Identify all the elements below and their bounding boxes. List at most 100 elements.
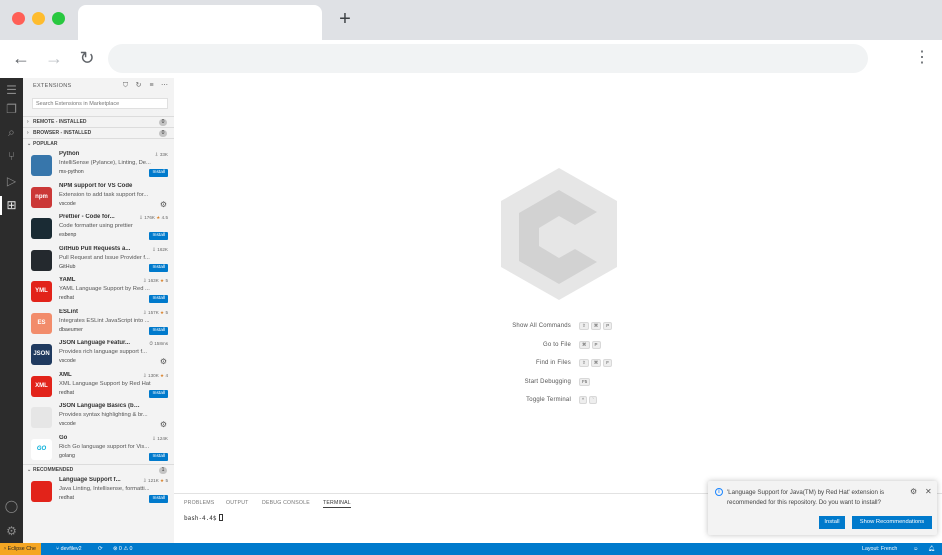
- extension-publisher: redhat: [59, 295, 75, 301]
- manage-gear-icon[interactable]: ⚙: [160, 420, 167, 429]
- minimize-window-button[interactable]: [32, 12, 45, 25]
- extensions-icon[interactable]: ⊞: [0, 196, 19, 215]
- extension-logo-icon: [31, 249, 52, 271]
- install-button[interactable]: Install: [819, 516, 845, 529]
- welcome-command[interactable]: Go to File ⌘ P: [500, 340, 680, 359]
- maximize-window-button[interactable]: [52, 12, 65, 25]
- extension-item[interactable]: GO Go ⇩ 124K Rich Go language support for V…: [23, 434, 174, 465]
- back-button[interactable]: ←: [11, 48, 31, 68]
- install-button[interactable]: Install: [149, 295, 168, 303]
- extension-rating: 4: [165, 372, 168, 378]
- terminal[interactable]: bash-4.4$: [184, 514, 223, 522]
- manage-gear-icon[interactable]: ⚙: [160, 200, 167, 209]
- section-recommended[interactable]: ⌄ RECOMMENDED 1: [23, 464, 174, 475]
- extension-logo-icon: [31, 155, 52, 176]
- install-button[interactable]: Install: [149, 389, 168, 398]
- sidebar-actions: ⛉ ↻ ≡ ⋯: [119, 81, 171, 90]
- extension-description: Code formatter using prettier: [59, 223, 133, 229]
- close-icon[interactable]: ✕: [925, 487, 932, 496]
- extension-name: Python: [59, 151, 80, 157]
- extensions-search-input[interactable]: Search Extensions in Marketplace: [32, 98, 168, 109]
- terminal-prompt: bash-4.4$: [184, 515, 217, 522]
- download-count: 130K: [148, 372, 159, 378]
- command-label: Go to File: [542, 341, 571, 348]
- install-button[interactable]: Install: [149, 495, 168, 503]
- welcome-command[interactable]: Toggle Terminal ^ `: [500, 395, 680, 414]
- welcome-command[interactable]: Start Debugging F5: [500, 377, 680, 396]
- reload-button[interactable]: ↻: [77, 48, 97, 68]
- manage-gear-icon[interactable]: ⚙: [4, 524, 19, 539]
- tab-output[interactable]: OUTPUT: [226, 500, 249, 506]
- install-button[interactable]: Install: [149, 263, 168, 272]
- extension-item[interactable]: Python ⇩ 33K IntelliSense (Pylance), Linti…: [23, 150, 174, 181]
- menu-icon[interactable]: ☰: [4, 83, 19, 98]
- branch-status-item[interactable]: ⑂ devfilev2: [56, 543, 82, 555]
- tab-problems[interactable]: PROBLEMS: [184, 500, 214, 506]
- tab-terminal[interactable]: TERMINAL: [323, 500, 351, 508]
- close-window-button[interactable]: [12, 12, 25, 25]
- che-status-item[interactable]: ◔ Eclipse Che: [0, 543, 41, 555]
- download-count: 176K: [144, 215, 155, 220]
- install-button[interactable]: Install: [149, 326, 168, 335]
- install-button[interactable]: Install: [149, 452, 168, 461]
- extension-description: IntelliSense (Pylance), Linting, De...: [59, 160, 151, 166]
- run-debug-icon[interactable]: ▷: [4, 174, 19, 189]
- extension-publisher: redhat: [59, 495, 75, 501]
- section-count-badge: 0: [159, 119, 167, 126]
- browser-menu-button[interactable]: ⋮: [914, 49, 930, 67]
- keyboard-shortcut: ⇧ ⌘ P: [579, 322, 614, 330]
- section-browser-installed[interactable]: › BROWSER - INSTALLED 0: [23, 127, 174, 138]
- extension-item[interactable]: GitHub Pull Requests a... ⇩ 162K Pull Requ…: [23, 245, 174, 276]
- source-control-icon[interactable]: ⑂: [4, 149, 19, 164]
- key-cap: ⇧: [579, 359, 589, 367]
- tab-debug-console[interactable]: DEBUG CONSOLE: [262, 500, 310, 506]
- welcome-command[interactable]: Show All Commands ⇧ ⌘ P: [500, 321, 680, 340]
- section-remote-installed[interactable]: › REMOTE - INSTALLED 0: [23, 116, 174, 127]
- forward-button[interactable]: →: [44, 48, 64, 68]
- key-cap: ⌘: [590, 322, 602, 330]
- extension-rating: 5: [165, 478, 168, 483]
- notifications-bell-icon[interactable]: 🔔︎: [928, 543, 935, 555]
- filter-icon[interactable]: ⛉: [119, 82, 132, 90]
- section-popular[interactable]: ⌄ POPULAR: [23, 138, 174, 149]
- browser-toolbar: ← → ↻ ⋮: [0, 40, 942, 78]
- extension-item[interactable]: Prettier - Code for... ⇩ 176K ★ 4.5 Code f…: [23, 213, 174, 244]
- key-cap: `: [589, 396, 598, 404]
- address-bar[interactable]: [108, 44, 868, 73]
- extension-item[interactable]: ES ESLint ⇩ 157K ★ 5 Integrates ESLint Java…: [23, 308, 174, 339]
- notification-settings-icon[interactable]: ⚙: [910, 487, 917, 496]
- sync-icon[interactable]: ⟳: [98, 543, 102, 555]
- feedback-icon[interactable]: ☺: [913, 543, 918, 555]
- extension-name: GitHub Pull Requests a...: [59, 245, 131, 252]
- search-icon[interactable]: ⌕: [4, 125, 19, 140]
- extension-stats: ⇩ 162K: [152, 247, 168, 253]
- new-tab-button[interactable]: +: [336, 9, 354, 29]
- activity-bar: ☰ ❐ ⌕ ⑂ ▷ ⊞ ◯ ⚙: [0, 78, 23, 543]
- extension-item[interactable]: XML XML ⇩ 130K ★ 4 XML Language Support by …: [23, 371, 174, 402]
- explorer-icon[interactable]: ❐: [4, 102, 19, 117]
- extension-publisher: GitHub: [59, 263, 76, 270]
- browser-tab[interactable]: [78, 5, 322, 40]
- manage-gear-icon[interactable]: ⚙: [160, 357, 167, 366]
- extension-item[interactable]: Language Support f... ⇩ 121K ★ 5 Java Lint…: [23, 476, 174, 507]
- command-label: Start Debugging: [524, 378, 571, 385]
- extension-item[interactable]: JSON Language Basics (built-in) Provides …: [23, 402, 174, 433]
- extension-item[interactable]: JSON JSON Language Featur... ⏱ 158ms Provid…: [23, 339, 174, 370]
- extension-item[interactable]: npm NPM support for VS Code Extension to a…: [23, 182, 174, 213]
- show-recommendations-button[interactable]: Show Recommendations: [852, 516, 932, 529]
- refresh-icon[interactable]: ↻: [132, 81, 145, 89]
- clear-icon[interactable]: ≡: [145, 82, 158, 89]
- extension-name: ESLint: [59, 308, 78, 315]
- account-icon[interactable]: ◯: [4, 499, 19, 514]
- welcome-command[interactable]: Find in Files ⇧ ⌘ F: [500, 358, 680, 377]
- download-count: 121K: [148, 478, 159, 483]
- extension-item[interactable]: YML YAML ⇩ 163K ★ 5 YAML Language Support b…: [23, 276, 174, 307]
- extension-stats: ⇩ 163K ★ 5: [143, 278, 168, 284]
- problems-status-item[interactable]: ⊗ 0 ⚠ 0: [113, 543, 133, 555]
- more-actions-icon[interactable]: ⋯: [158, 81, 171, 89]
- key-cap: ⌘: [579, 340, 590, 349]
- keyboard-layout-item[interactable]: Layout: French: [862, 543, 897, 555]
- command-label: Toggle Terminal: [526, 397, 571, 403]
- install-button[interactable]: Install: [149, 169, 168, 177]
- install-button[interactable]: Install: [149, 232, 168, 240]
